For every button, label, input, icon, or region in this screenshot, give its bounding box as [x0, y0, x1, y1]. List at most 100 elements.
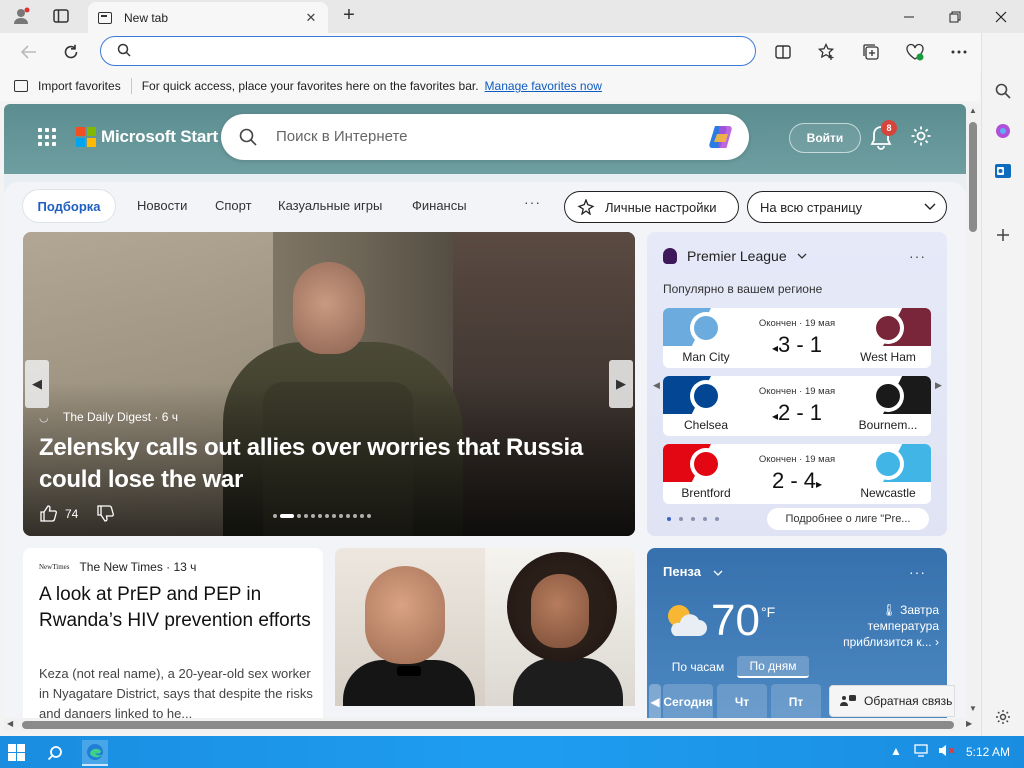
personalize-button[interactable]: Личные настройки — [564, 191, 739, 223]
hero-pagination[interactable] — [273, 514, 371, 518]
refresh-button[interactable] — [56, 37, 86, 67]
sign-in-button[interactable]: Войти — [789, 123, 861, 153]
weather-prev-icon[interactable]: ◀ — [649, 684, 661, 718]
tab-actions-icon[interactable] — [46, 3, 76, 29]
tray-network-icon[interactable] — [914, 744, 930, 760]
match-row[interactable]: Окончен · 19 мая 2 - 4▸ Brentford Newcastle — [663, 444, 931, 504]
hero-prev-button[interactable]: ◀ — [25, 360, 49, 408]
copilot-search-icon[interactable] — [707, 124, 735, 150]
league-more-link[interactable]: Подробнее о лиге "Pre... — [767, 508, 929, 530]
sidebar-settings-icon[interactable] — [989, 703, 1017, 731]
brand-title[interactable]: Microsoft Start — [101, 127, 218, 147]
favorites-star-icon[interactable] — [812, 37, 842, 67]
sports-next-icon[interactable]: ▶ — [935, 380, 942, 391]
settings-more-icon[interactable] — [944, 37, 974, 67]
tab-podborka[interactable]: Подборка — [23, 190, 115, 222]
close-tab-icon[interactable]: ✕ — [300, 7, 322, 29]
sports-prev-icon[interactable]: ◀ — [653, 380, 660, 391]
weather-unit[interactable]: °F — [761, 604, 775, 620]
article-source-text: The New Times · 13 ч — [79, 560, 197, 574]
restore-button[interactable] — [932, 0, 978, 33]
home-team-name: Man City — [682, 350, 730, 364]
photo-bowtie — [397, 666, 421, 676]
tab-casual-games[interactable]: Казуальные игры — [278, 198, 382, 213]
tab-daily[interactable]: По дням — [737, 656, 809, 678]
address-omnibox[interactable] — [100, 36, 756, 66]
hero-carousel[interactable]: ◀ ▶ ◡ The Daily Digest · 6 ч Zelensky ca… — [23, 232, 635, 536]
horizontal-scroll-thumb[interactable] — [22, 721, 954, 729]
weather-day-today[interactable]: Сегодня — [663, 684, 713, 718]
tab-finance[interactable]: Финансы — [412, 198, 467, 213]
app-launcher-icon[interactable] — [38, 128, 56, 146]
minimize-button[interactable] — [886, 0, 932, 33]
web-search-box[interactable]: Поиск в Интернете — [221, 114, 749, 160]
hero-headline[interactable]: Zelensky calls out allies over worries t… — [39, 432, 599, 496]
tray-volume-muted-icon[interactable] — [938, 744, 956, 760]
new-tab-button[interactable]: + — [336, 4, 362, 28]
tray-chevron-icon[interactable]: ▲ — [890, 744, 902, 758]
browser-essentials-icon[interactable] — [900, 37, 930, 67]
split-screen-icon[interactable] — [768, 37, 798, 67]
tab-news[interactable]: Новости — [137, 198, 187, 213]
back-button[interactable] — [14, 37, 44, 67]
newtab-favicon-icon — [98, 11, 112, 24]
scroll-left-icon[interactable]: ◀ — [7, 719, 13, 728]
sidebar-copilot-icon[interactable] — [989, 117, 1017, 145]
tab-hourly[interactable]: По часам — [663, 656, 733, 678]
sports-more-button[interactable]: ··· — [909, 248, 926, 264]
thumbs-down-icon[interactable] — [96, 505, 115, 522]
sports-pagination[interactable] — [667, 517, 719, 521]
feedback-button[interactable]: Обратная связь — [829, 685, 955, 717]
tab-sport[interactable]: Спорт — [215, 198, 252, 213]
msn-header: Microsoft Start Поиск в Интернете Войти … — [4, 104, 966, 184]
weather-temperature[interactable]: 70 — [711, 596, 760, 646]
article-headline[interactable]: A look at PrEP and PEP in Rwanda’s HIV p… — [39, 582, 314, 634]
page-settings-gear-icon[interactable] — [910, 125, 932, 147]
import-favorites-button[interactable]: Import favorites — [14, 79, 121, 93]
thumbs-up-icon[interactable] — [39, 505, 57, 522]
page-viewport: Microsoft Start Поиск в Интернете Войти … — [4, 104, 966, 718]
scroll-right-icon[interactable]: ▶ — [966, 719, 972, 728]
weather-more-button[interactable]: ··· — [909, 564, 926, 580]
league-selector[interactable]: Premier League — [663, 248, 807, 264]
article-source[interactable]: NewTimes The New Times · 13 ч — [39, 560, 196, 574]
vertical-scrollbar[interactable]: ▲ ▼ — [966, 104, 980, 718]
feed-content: Подборка Новости Спорт Казуальные игры Ф… — [4, 182, 966, 718]
sidebar-add-icon[interactable] — [989, 221, 1017, 249]
manage-favorites-link[interactable]: Manage favorites now — [485, 79, 602, 93]
match-row[interactable]: Окончен · 19 мая ◂2 - 1 Chelsea Bournem... — [663, 376, 931, 436]
search-icon — [117, 43, 131, 57]
weather-day-fri[interactable]: Пт — [771, 684, 821, 718]
close-window-button[interactable] — [978, 0, 1024, 33]
scroll-up-icon[interactable]: ▲ — [969, 106, 977, 115]
profile-icon[interactable] — [6, 3, 36, 29]
weather-day-thu[interactable]: Чт — [717, 684, 767, 718]
nav-more-button[interactable]: ··· — [524, 194, 541, 210]
vertical-scroll-thumb[interactable] — [969, 122, 977, 232]
tab-new-tab[interactable]: New tab ✕ — [88, 2, 328, 33]
start-button-icon[interactable] — [8, 744, 25, 761]
taskbar-search-icon[interactable] — [42, 740, 68, 766]
article-card[interactable]: NewTimes The New Times · 13 ч A look at … — [23, 548, 323, 718]
hero-source[interactable]: ◡ The Daily Digest · 6 ч — [39, 410, 178, 424]
home-team-crest-icon — [690, 448, 722, 480]
sidebar-search-icon[interactable] — [989, 77, 1017, 105]
address-input[interactable] — [141, 41, 741, 61]
photo-card[interactable] — [335, 548, 635, 706]
collections-icon[interactable] — [856, 37, 886, 67]
weather-forecast-note[interactable]: 🌡 Завтра температура приблизится к... › — [823, 602, 939, 650]
taskbar-clock[interactable]: 5:12 AM — [966, 745, 1010, 759]
scroll-down-icon[interactable]: ▼ — [969, 704, 977, 713]
sidebar-outlook-icon[interactable] — [989, 157, 1017, 185]
taskbar-edge-icon[interactable] — [82, 740, 108, 766]
horizontal-scrollbar[interactable]: ◀ ▶ — [4, 718, 980, 732]
personalize-sparkle-icon — [577, 199, 595, 215]
weather-location[interactable]: Пенза — [663, 564, 723, 579]
personalize-label: Личные настройки — [605, 199, 717, 215]
layout-select[interactable]: На всю страницу — [747, 191, 947, 223]
hero-next-button[interactable]: ▶ — [609, 360, 633, 408]
match-row[interactable]: Окончен · 19 мая ◂3 - 1 Man City West Ham — [663, 308, 931, 368]
import-favorites-label: Import favorites — [38, 79, 121, 93]
home-team-crest-icon — [690, 380, 722, 412]
article-snippet: Keza (not real name), a 20-year-old sex … — [39, 666, 313, 718]
